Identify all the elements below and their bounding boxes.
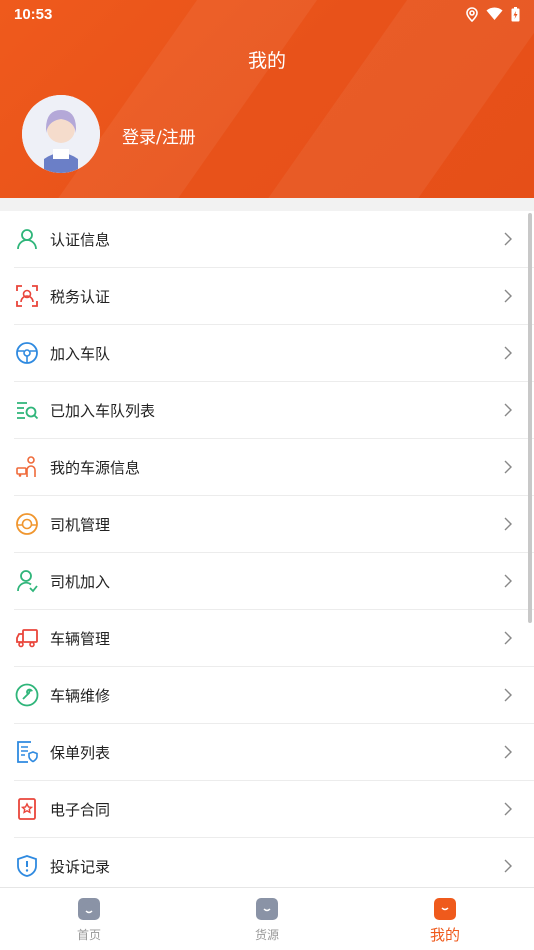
chevron-right-icon (504, 859, 512, 873)
menu-item-join-fleet[interactable]: 加入车队 (14, 325, 534, 382)
vehicle-person-icon (14, 454, 40, 480)
scrollbar[interactable] (528, 213, 532, 623)
person-icon (14, 226, 40, 252)
page-title: 我的 (247, 50, 286, 72)
wifi-icon (486, 7, 503, 20)
status-time: 10:53 (14, 5, 53, 23)
login-register-link[interactable]: 登录/注册 (122, 123, 196, 148)
menu-item-label: 司机加入 (50, 572, 111, 591)
tab-cargo[interactable]: 货源 (178, 888, 356, 950)
home-icon (78, 898, 100, 920)
menu-item-vehicle-repair[interactable]: 车辆维修 (14, 667, 534, 724)
driver-wheel-icon (14, 511, 40, 537)
menu-item-label: 保单列表 (50, 743, 111, 762)
menu-item-driver-join[interactable]: 司机加入 (14, 553, 534, 610)
chevron-right-icon (504, 574, 512, 588)
person-add-icon (14, 568, 40, 594)
menu-list: 认证信息 税务认证 加入车队 已加入车队列表 我的车源信息 司机管理 司机加入 … (0, 211, 534, 895)
battery-icon (511, 6, 520, 21)
menu-item-e-contract[interactable]: 电子合同 (14, 781, 534, 838)
contract-seal-icon (14, 796, 40, 822)
menu-item-tax-certification[interactable]: 税务认证 (14, 268, 534, 325)
chevron-right-icon (504, 745, 512, 759)
chevron-right-icon (504, 517, 512, 531)
chevron-right-icon (504, 403, 512, 417)
wrench-icon (14, 682, 40, 708)
chevron-right-icon (504, 289, 512, 303)
mine-icon (434, 898, 456, 920)
chevron-right-icon (504, 346, 512, 360)
steering-wheel-icon (14, 340, 40, 366)
menu-item-policy-list[interactable]: 保单列表 (14, 724, 534, 781)
menu-item-my-vehicle-info[interactable]: 我的车源信息 (14, 439, 534, 496)
profile-header: 10:53 我的 登录/注册 (0, 0, 534, 198)
menu-item-label: 加入车队 (50, 344, 111, 363)
menu-item-vehicle-management[interactable]: 车辆管理 (14, 610, 534, 667)
tab-label: 货源 (254, 928, 279, 942)
chevron-right-icon (504, 460, 512, 474)
menu-item-label: 车辆管理 (50, 629, 111, 648)
chevron-right-icon (504, 688, 512, 702)
menu-item-joined-fleet-list[interactable]: 已加入车队列表 (14, 382, 534, 439)
chevron-right-icon (504, 232, 512, 246)
tab-label: 首页 (76, 928, 101, 942)
truck-icon (14, 625, 40, 651)
tab-home[interactable]: 首页 (0, 888, 178, 950)
menu-item-label: 车辆维修 (50, 686, 111, 705)
menu-item-label: 认证信息 (50, 230, 111, 249)
tab-label: 我的 (429, 926, 460, 944)
tab-mine[interactable]: 我的 (356, 888, 534, 950)
menu-item-certification-info[interactable]: 认证信息 (14, 211, 534, 268)
policy-shield-icon (14, 739, 40, 765)
chevron-right-icon (504, 631, 512, 645)
avatar-illustration (22, 95, 100, 173)
avatar[interactable] (22, 95, 100, 173)
menu-item-label: 已加入车队列表 (50, 401, 156, 420)
menu-item-label: 司机管理 (50, 515, 111, 534)
chevron-right-icon (504, 802, 512, 816)
menu-item-label: 我的车源信息 (50, 458, 141, 477)
list-search-icon (14, 397, 40, 423)
menu-item-driver-management[interactable]: 司机管理 (14, 496, 534, 553)
menu-item-label: 投诉记录 (50, 857, 111, 876)
menu-item-label: 税务认证 (50, 287, 111, 306)
complaint-shield-icon (14, 853, 40, 879)
location-icon (466, 6, 478, 22)
bottom-tab-bar: 首页 货源 我的 (0, 887, 534, 950)
cargo-icon (256, 898, 278, 920)
status-icons (466, 6, 520, 22)
face-scan-icon (14, 283, 40, 309)
status-bar: 10:53 (0, 0, 534, 28)
menu-item-label: 电子合同 (50, 800, 111, 819)
